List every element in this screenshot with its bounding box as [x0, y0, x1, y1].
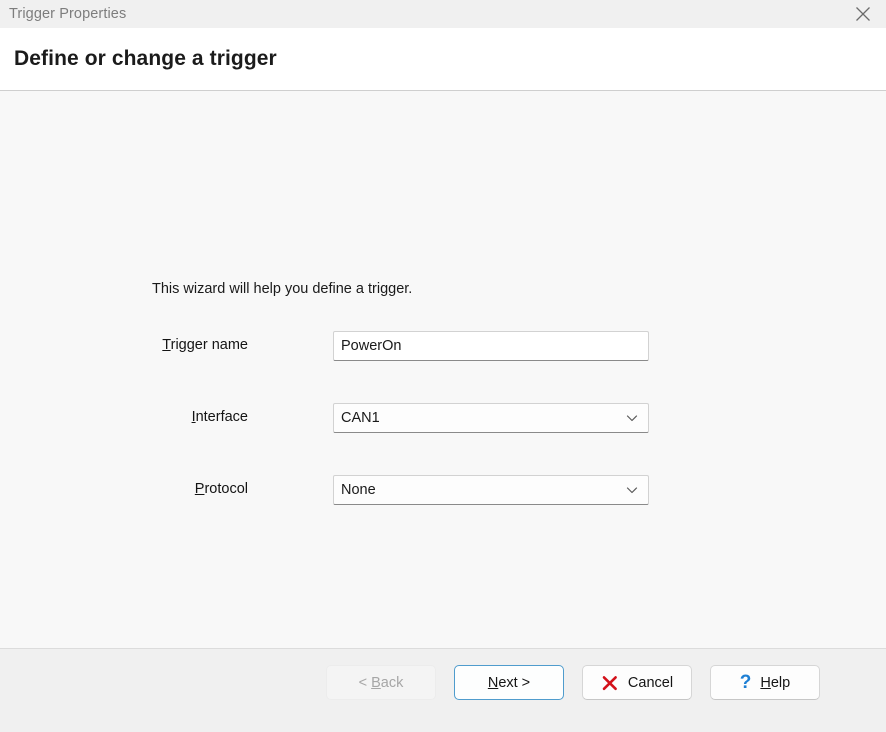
back-button-label: < Back [359, 675, 404, 691]
label-trigger-name: Trigger name [0, 337, 248, 353]
next-button-label: Next > [488, 675, 530, 691]
back-button[interactable]: < Back [326, 665, 436, 700]
interface-select-value: CAN1 [341, 410, 380, 426]
trigger-properties-window: Trigger Properties Define or change a tr… [0, 0, 886, 732]
label-interface: Interface [0, 409, 248, 425]
protocol-select-value: None [341, 482, 376, 498]
content-area: This wizard will help you define a trigg… [0, 91, 886, 648]
back-button-text-after: ack [380, 674, 404, 691]
label-protocol-after: rotocol [204, 481, 248, 497]
label-interface-after: nterface [195, 409, 248, 425]
trigger-name-input[interactable] [333, 331, 649, 361]
next-button-accesskey: N [487, 674, 499, 691]
label-trigger-name-after: rigger name [170, 337, 248, 353]
back-button-accesskey: B [371, 674, 381, 691]
form-row-trigger-name: Trigger name [0, 331, 886, 403]
back-button-text-before: < [358, 674, 372, 691]
interface-select[interactable]: CAN1 [333, 403, 649, 433]
label-protocol: Protocol [0, 481, 248, 497]
field-wrap-interface: CAN1 [333, 403, 649, 433]
chevron-down-icon [616, 483, 648, 497]
red-x-icon [601, 674, 619, 692]
trigger-form: Trigger name Interface CAN1 [0, 331, 886, 547]
header-band: Define or change a trigger [0, 28, 886, 91]
help-button-text-after: elp [770, 674, 791, 691]
button-bar: < Back Next > Cancel ? Help [326, 665, 820, 700]
window-title: Trigger Properties [9, 6, 127, 22]
next-button-text-after: ext > [498, 674, 531, 691]
field-wrap-trigger-name [333, 331, 649, 361]
chevron-down-icon [616, 411, 648, 425]
close-icon [854, 5, 872, 23]
field-wrap-protocol: None [333, 475, 649, 505]
form-row-interface: Interface CAN1 [0, 403, 886, 475]
footer-bar: < Back Next > Cancel ? Help [0, 648, 886, 732]
cancel-button[interactable]: Cancel [582, 665, 692, 700]
cancel-button-text-after: Cancel [627, 674, 674, 691]
page-title: Define or change a trigger [14, 47, 277, 70]
title-bar: Trigger Properties [0, 0, 886, 28]
help-button-accesskey: H [760, 674, 771, 691]
form-row-protocol: Protocol None [0, 475, 886, 547]
help-button-label: Help [760, 675, 790, 691]
help-button[interactable]: ? Help [710, 665, 820, 700]
protocol-select[interactable]: None [333, 475, 649, 505]
close-button[interactable] [840, 0, 886, 28]
cancel-button-label: Cancel [628, 675, 673, 691]
label-trigger-name-accesskey: T [162, 337, 171, 353]
next-button[interactable]: Next > [454, 665, 564, 700]
intro-text: This wizard will help you define a trigg… [152, 281, 413, 297]
blue-question-icon: ? [739, 672, 752, 693]
